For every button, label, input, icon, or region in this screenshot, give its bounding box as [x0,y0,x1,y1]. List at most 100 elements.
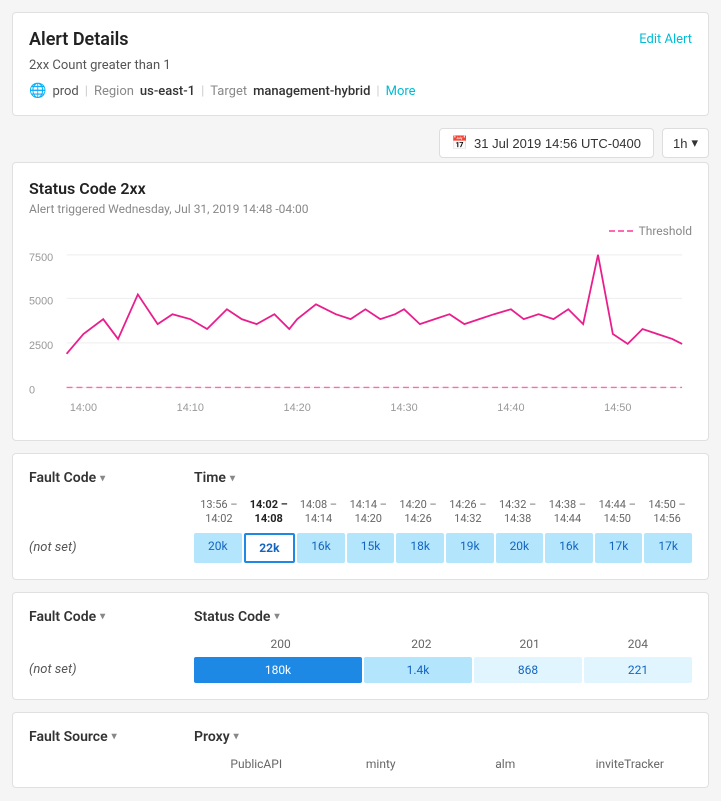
threshold-legend: Threshold [29,224,692,238]
fault-code-col-header[interactable]: Fault Code ▾ [29,470,194,486]
svg-text:14:50: 14:50 [604,402,631,414]
proxy-label: Proxy [194,729,230,745]
time-col-7: 14:38 –14:44 [543,498,593,527]
svg-text:7500: 7500 [29,252,53,264]
svg-text:14:00: 14:00 [70,402,97,414]
time-cell-5[interactable]: 19k [446,533,494,563]
date-value: 31 Jul 2019 14:56 UTC-0400 [474,136,641,151]
time-dropdown-icon: ▾ [230,473,235,484]
time-col-2: 14:08 –14:14 [294,498,344,527]
time-cell-4[interactable]: 18k [396,533,444,563]
fault-source-headers: Fault Source ▾ Proxy ▾ [29,729,692,745]
proxy-col-3: inviteTracker [568,757,693,771]
status-cells: 180k 1.4k 868 221 [194,657,692,683]
time-cell-9[interactable]: 17k [644,533,692,563]
time-range-button[interactable]: 1h ▾ [662,128,709,158]
svg-text:0: 0 [29,384,35,396]
status-code-dropdown: ▾ [274,611,279,622]
separator2: | [201,84,204,99]
proxy-col-2: alm [443,757,568,771]
time-columns-area: 13:56 –14:02 14:02 –14:08 14:08 –14:14 1… [194,498,692,533]
target-value: management-hybrid [253,84,370,99]
chart-area: 7500 5000 2500 0 14:00 14:10 14:20 14:30… [29,244,692,424]
fault-code-dropdown-icon: ▾ [100,473,105,484]
time-cells: 20k 22k 16k 15k 18k 19k 20k 16k 17k 17k [194,533,692,563]
time-table-content: 13:56 –14:02 14:02 –14:08 14:08 –14:14 1… [29,498,692,533]
status-cell-204[interactable]: 221 [584,657,692,683]
separator3: | [376,84,379,99]
chart-line [67,255,683,354]
status-code-label: Status Code [194,609,270,625]
svg-text:14:40: 14:40 [497,402,524,414]
status-table-card: Fault Code ▾ Status Code ▾ 200 202 201 2… [12,592,709,700]
chevron-down-icon: ▾ [691,135,698,151]
time-col-1: 14:02 –14:08 [244,498,294,527]
status-cell-201[interactable]: 868 [474,657,582,683]
edit-alert-link[interactable]: Edit Alert [639,32,692,47]
fault-source-dropdown: ▾ [112,731,117,742]
target-label: Target [210,84,247,99]
time-col-3: 14:14 –14:20 [343,498,393,527]
time-label: Time [194,470,226,486]
status-col-labels: 200 202 201 204 [194,637,692,651]
chart-subtitle: Alert triggered Wednesday, Jul 31, 2019 … [29,202,692,216]
time-col-header[interactable]: Time ▾ [194,470,692,486]
status-code-header[interactable]: Status Code ▾ [194,609,692,625]
proxy-col-labels: PublicAPI minty alm inviteTracker [194,757,692,771]
time-cell-3[interactable]: 15k [347,533,395,563]
threshold-label: Threshold [639,224,692,238]
alert-details-card: Alert Details Edit Alert 2xx Count great… [12,12,709,116]
region-value: us-east-1 [140,84,195,99]
alert-details-title: Alert Details [29,29,129,50]
time-col-5: 14:26 –14:32 [443,498,493,527]
status-fault-code-header[interactable]: Fault Code ▾ [29,609,194,625]
time-table-card: Fault Code ▾ Time ▾ 13:56 –14:02 14:02 –… [12,453,709,580]
time-cell-2[interactable]: 16k [297,533,345,563]
status-col-200: 200 [194,637,367,651]
svg-text:2500: 2500 [29,340,53,352]
more-link[interactable]: More [386,84,416,99]
status-col-202: 202 [367,637,475,651]
time-row-label: (not set) [29,540,194,555]
svg-text:14:20: 14:20 [284,402,311,414]
time-cell-1[interactable]: 22k [244,533,296,563]
fault-source-label: Fault Source [29,729,108,745]
chart-svg: 7500 5000 2500 0 14:00 14:10 14:20 14:30… [29,244,692,424]
status-row-label: (not set) [29,662,194,677]
region-label: Region [94,84,134,99]
env-value: prod [52,84,78,99]
status-col-header-row: 200 202 201 204 [29,637,692,651]
time-col-9: 14:50 –14:56 [642,498,692,527]
globe-icon: 🌐 [29,83,46,99]
alert-details-header: Alert Details Edit Alert [29,29,692,50]
time-cell-6[interactable]: 20k [496,533,544,563]
time-controls: 📅 31 Jul 2019 14:56 UTC-0400 1h ▾ [12,128,709,158]
time-cell-8[interactable]: 17k [595,533,643,563]
calendar-icon: 📅 [452,135,468,151]
separator1: | [85,84,88,99]
alert-meta: 🌐 prod | Region us-east-1 | Target manag… [29,83,692,99]
proxy-header[interactable]: Proxy ▾ [194,729,692,745]
proxy-col-header-row: PublicAPI minty alm inviteTracker [29,757,692,771]
time-cell-7[interactable]: 16k [545,533,593,563]
time-table-headers: Fault Code ▾ Time ▾ [29,470,692,486]
alert-condition: 2xx Count greater than 1 [29,58,692,73]
time-cell-0[interactable]: 20k [194,533,242,563]
svg-text:14:30: 14:30 [390,402,417,414]
time-table-data-row: (not set) 20k 22k 16k 15k 18k 19k 20k 16… [29,533,692,563]
fault-source-table-card: Fault Source ▾ Proxy ▾ PublicAPI minty a… [12,712,709,788]
svg-text:14:10: 14:10 [177,402,204,414]
threshold-line-sample [609,230,633,232]
fault-source-header[interactable]: Fault Source ▾ [29,729,194,745]
status-cell-202[interactable]: 1.4k [364,657,472,683]
proxy-col-1: minty [319,757,444,771]
time-col-6: 14:32 –14:38 [493,498,543,527]
fault-code-label: Fault Code [29,470,96,486]
time-table-column-headers: 13:56 –14:02 14:02 –14:08 14:08 –14:14 1… [194,498,692,527]
date-picker-button[interactable]: 📅 31 Jul 2019 14:56 UTC-0400 [439,128,654,158]
status-fault-code-dropdown: ▾ [100,611,105,622]
time-col-0: 13:56 –14:02 [194,498,244,527]
proxy-dropdown: ▾ [234,731,239,742]
status-cell-200[interactable]: 180k [194,657,362,683]
time-col-8: 14:44 –14:50 [592,498,642,527]
